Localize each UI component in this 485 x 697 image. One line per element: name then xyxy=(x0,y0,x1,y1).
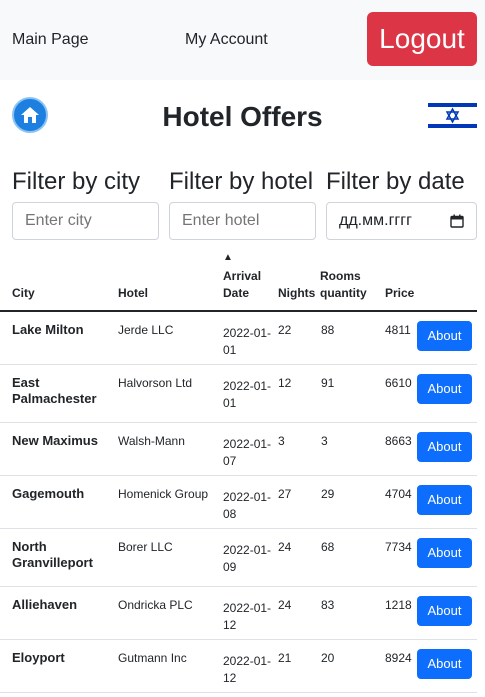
cell-nights: 12 xyxy=(278,376,292,390)
cell-nights: 24 xyxy=(278,598,292,612)
cell-price: 8924 xyxy=(385,651,412,665)
cell-rooms: 91 xyxy=(321,376,335,390)
cell-city: New Maximus xyxy=(12,433,98,448)
cell-hotel: Halvorson Ltd xyxy=(118,376,193,390)
navbar: Main Page My Account Logout xyxy=(0,0,485,80)
nav-link-my-account[interactable]: My Account xyxy=(185,31,268,49)
table-row: Gagemouth Homenick Group 2022-01-08 27 2… xyxy=(0,476,477,529)
cell-arrival-date: 2022-01-12 xyxy=(223,601,272,632)
table-row: New Maximus Walsh-Mann 2022-01-07 3 3 86… xyxy=(0,423,477,476)
calendar-icon[interactable] xyxy=(450,214,464,228)
about-button[interactable]: About xyxy=(417,432,472,462)
cell-arrival-date: 2022-01-07 xyxy=(223,437,272,468)
table-row: Alliehaven Ondricka PLC 2022-01-12 24 83… xyxy=(0,587,477,640)
date-filter-input[interactable]: дд.мм.гггг xyxy=(326,202,477,240)
cell-arrival-date: 2022-01-08 xyxy=(223,490,272,521)
table-row: Lake Milton Jerde LLC 2022-01-01 22 88 4… xyxy=(0,312,477,365)
cell-rooms: 3 xyxy=(321,434,328,448)
filter-date-label: Filter by date xyxy=(326,168,465,195)
cell-nights: 3 xyxy=(278,434,285,448)
sort-ascending-icon[interactable]: ▲ xyxy=(223,253,233,263)
cell-city: Lake Milton xyxy=(12,322,84,337)
cell-price: 7734 xyxy=(385,540,412,554)
about-button[interactable]: About xyxy=(417,485,472,515)
cell-rooms: 68 xyxy=(321,540,335,554)
cell-nights: 27 xyxy=(278,487,292,501)
filter-city-label: Filter by city xyxy=(12,168,141,195)
city-filter-input[interactable] xyxy=(12,202,159,240)
cell-arrival-date: 2022-01-12 xyxy=(223,654,272,685)
about-button[interactable]: About xyxy=(417,374,472,404)
table-row: East Palmachester Halvorson Ltd 2022-01-… xyxy=(0,365,477,423)
cell-rooms: 88 xyxy=(321,323,335,337)
column-header-hotel[interactable]: Hotel xyxy=(118,285,148,302)
cell-rooms: 29 xyxy=(321,487,335,501)
cell-price: 8663 xyxy=(385,434,412,448)
cell-city: Alliehaven xyxy=(12,597,78,612)
cell-nights: 22 xyxy=(278,323,292,337)
cell-city: East Palmachester xyxy=(12,375,97,406)
cell-price: 6610 xyxy=(385,376,412,390)
cell-arrival-date: 2022-01-01 xyxy=(223,326,272,357)
about-button[interactable]: About xyxy=(417,596,472,626)
cell-hotel: Gutmann Inc xyxy=(118,651,187,665)
column-header-price[interactable]: Price xyxy=(385,285,414,302)
cell-city: Gagemouth xyxy=(12,486,85,501)
cell-rooms: 20 xyxy=(321,651,335,665)
cell-nights: 24 xyxy=(278,540,292,554)
cell-city: Eloyport xyxy=(12,650,65,665)
column-header-city[interactable]: City xyxy=(12,285,35,302)
cell-hotel: Walsh-Mann xyxy=(118,434,185,448)
cell-hotel: Borer LLC xyxy=(118,540,173,554)
about-button[interactable]: About xyxy=(417,538,472,568)
column-header-rooms-quantity[interactable]: Rooms quantity xyxy=(320,268,376,302)
about-button[interactable]: About xyxy=(417,649,472,679)
cell-hotel: Homenick Group xyxy=(118,487,209,501)
page-title: Hotel Offers xyxy=(162,101,323,132)
cell-nights: 21 xyxy=(278,651,292,665)
cell-arrival-date: 2022-01-09 xyxy=(223,543,272,574)
logout-button[interactable]: Logout xyxy=(367,12,477,66)
cell-city: North Granvilleport xyxy=(12,539,93,570)
column-header-arrival-date[interactable]: Arrival Date xyxy=(223,268,273,302)
cell-rooms: 83 xyxy=(321,598,335,612)
table-row: North Granvilleport Borer LLC 2022-01-09… xyxy=(0,529,477,587)
about-button[interactable]: About xyxy=(417,321,472,351)
column-header-nights[interactable]: Nights xyxy=(278,285,315,302)
cell-price: 1218 xyxy=(385,598,412,612)
cell-hotel: Jerde LLC xyxy=(118,323,174,337)
filter-hotel-label: Filter by hotel xyxy=(169,168,314,195)
cell-hotel: Ondricka PLC xyxy=(118,598,193,612)
cell-price: 4704 xyxy=(385,487,412,501)
cell-arrival-date: 2022-01-01 xyxy=(223,379,272,410)
cell-price: 4811 xyxy=(385,323,411,337)
table-row: Eloyport Gutmann Inc 2022-01-12 21 20 89… xyxy=(0,640,477,693)
israel-flag-icon[interactable] xyxy=(428,100,477,131)
hotel-filter-input[interactable] xyxy=(169,202,316,240)
nav-link-main-page[interactable]: Main Page xyxy=(12,31,89,49)
date-filter-value: дд.мм.гггг xyxy=(339,212,412,229)
